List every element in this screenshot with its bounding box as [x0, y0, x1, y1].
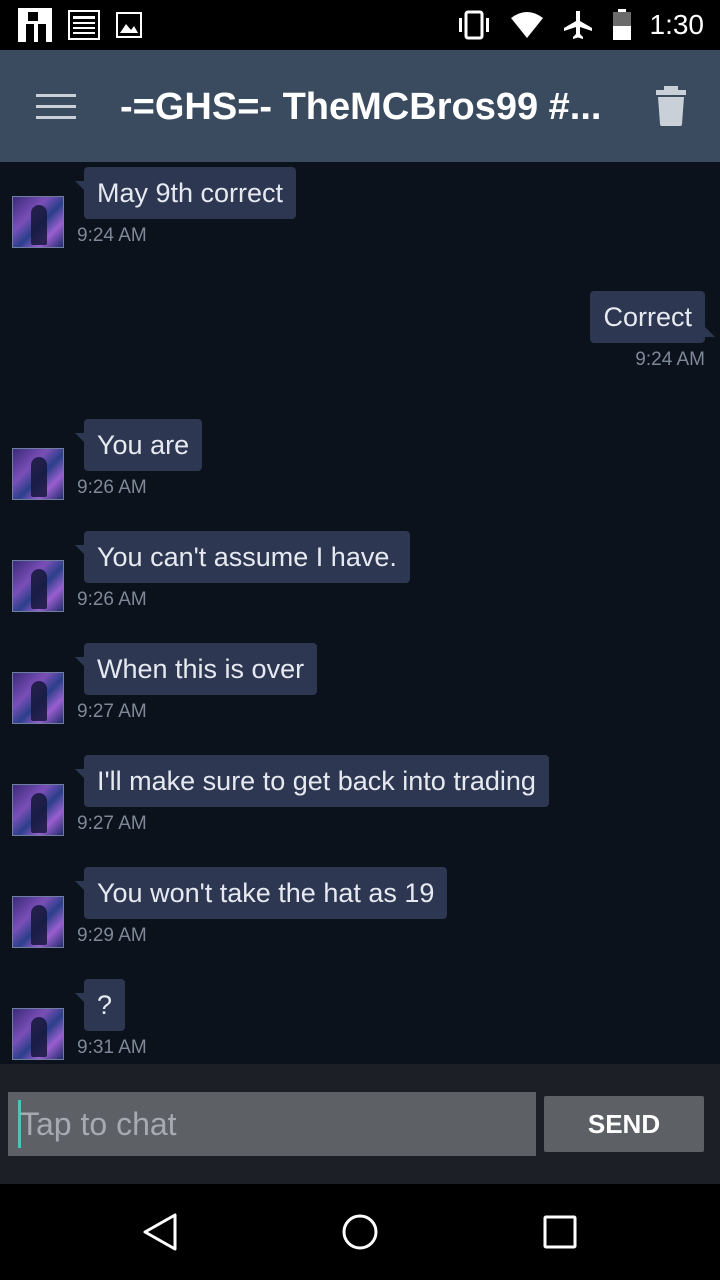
- chat-title: -=GHS=- TheMCBros99 #...: [120, 86, 602, 128]
- message-time: 9:26 AM: [77, 589, 147, 610]
- chat-composer: SEND: [0, 1064, 720, 1184]
- status-time: 1:30: [649, 9, 705, 40]
- trash-icon[interactable]: [654, 86, 688, 126]
- menu-icon[interactable]: [36, 94, 76, 120]
- app-bar: -=GHS=- TheMCBros99 #...: [0, 50, 720, 162]
- message-time: 9:31 AM: [77, 1037, 147, 1058]
- avatar[interactable]: [12, 196, 64, 248]
- app-notification-icon: [18, 8, 52, 42]
- send-button[interactable]: SEND: [544, 1096, 704, 1152]
- message-bubble: Correct: [590, 291, 715, 343]
- avatar[interactable]: [12, 448, 64, 500]
- text-cursor: [18, 1100, 21, 1148]
- back-icon[interactable]: [142, 1212, 178, 1252]
- message-time: 9:29 AM: [77, 925, 147, 946]
- chat-messages[interactable]: May 9th correct 9:24 AM Correct 9:24 AM …: [0, 162, 720, 1064]
- home-icon[interactable]: [341, 1212, 379, 1252]
- vibrate-icon: [458, 10, 489, 40]
- message-time: 9:24 AM: [635, 349, 705, 370]
- navigation-bar: [0, 1184, 720, 1280]
- recents-icon[interactable]: [543, 1212, 577, 1252]
- wifi-icon: [510, 12, 543, 38]
- status-bar: 1:30: [0, 0, 720, 50]
- message-time: 9:26 AM: [77, 477, 147, 498]
- message-bubble: May 9th correct: [74, 167, 297, 219]
- message-bubble: I'll make sure to get back into trading: [75, 755, 549, 807]
- message-bubble: When this is over: [74, 643, 318, 695]
- airplane-mode-icon: [563, 11, 592, 39]
- news-notification-icon: [68, 10, 100, 40]
- chat-input[interactable]: [8, 1092, 536, 1156]
- avatar[interactable]: [12, 560, 64, 612]
- message-bubble: You won't take the hat as 19: [74, 867, 448, 919]
- avatar[interactable]: [12, 672, 64, 724]
- image-notification-icon: [116, 12, 142, 38]
- message-time: 9:27 AM: [77, 701, 147, 722]
- avatar[interactable]: [12, 784, 64, 836]
- avatar[interactable]: [12, 896, 64, 948]
- message-bubble: You can't assume I have.: [75, 531, 410, 583]
- message-bubble: You are: [74, 419, 203, 471]
- message-bubble: ?: [74, 979, 126, 1031]
- message-time: 9:27 AM: [77, 813, 147, 834]
- battery-icon: [612, 9, 631, 40]
- avatar[interactable]: [12, 1008, 64, 1060]
- message-time: 9:24 AM: [77, 225, 147, 246]
